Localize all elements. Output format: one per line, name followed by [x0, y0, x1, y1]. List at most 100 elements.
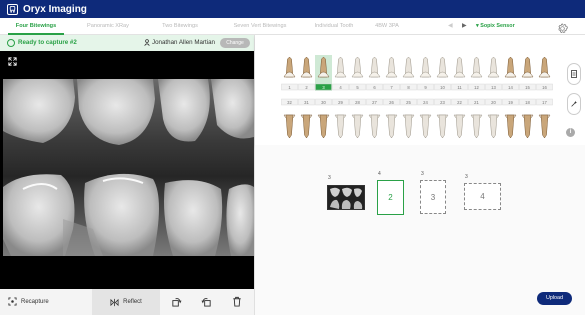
tab-panoramic-xray[interactable]: Panoramic XRay: [80, 18, 136, 35]
tab-next-icon[interactable]: ▶: [462, 23, 467, 29]
tooth-9[interactable]: [419, 56, 432, 78]
expand-icon[interactable]: [8, 57, 17, 66]
tooth-number: 32: [287, 100, 292, 105]
patient-name: Jonathan Allen Martian: [152, 39, 215, 46]
tooth-28[interactable]: [351, 114, 364, 139]
tooth-number: 11: [457, 85, 462, 90]
tooth-11[interactable]: [453, 56, 466, 78]
slot-4-label: 3: [465, 174, 468, 180]
image-toolbar: Recapture Reflect: [0, 289, 254, 315]
tooth-number: 15: [525, 85, 530, 90]
magic-wand-icon: [571, 100, 578, 107]
tooth-chart-side-button[interactable]: [567, 63, 581, 85]
tooth-13[interactable]: [487, 56, 500, 78]
slot-4-pending[interactable]: 4: [464, 183, 501, 210]
ready-status-icon: [7, 39, 15, 47]
magic-wand-button[interactable]: [567, 93, 581, 115]
tooth-number: 12: [474, 85, 479, 90]
xray-viewer[interactable]: [0, 51, 254, 289]
tooth-logo-icon: [7, 3, 18, 15]
capture-status: Ready to capture #2: [18, 39, 77, 46]
tooth-24[interactable]: [419, 114, 432, 139]
tooth-17[interactable]: [538, 114, 551, 139]
tooth-26[interactable]: [385, 114, 398, 139]
app-title: Oryx Imaging: [23, 3, 87, 15]
tooth-29[interactable]: [334, 114, 347, 139]
tab-two-bitewings[interactable]: Two Bitewings: [152, 18, 208, 35]
status-bar: Ready to capture #2 Jonathan Allen Marti…: [0, 35, 254, 51]
tooth-number: 13: [491, 85, 496, 90]
tooth-6[interactable]: [368, 56, 381, 78]
tooth-25[interactable]: [402, 114, 415, 139]
tooth-1[interactable]: [283, 56, 296, 78]
tooth-number: 24: [423, 100, 428, 105]
tab-seven-vert-bitewings[interactable]: Seven Vert Bitewings: [222, 18, 298, 35]
tooth-chart: 1 2 3 4 5 6 7 8 9 10 11 12 13 14 15 1632 31 30 29 28 27 26 25 2…: [281, 55, 553, 139]
tooth-2[interactable]: [300, 56, 313, 78]
tooth-number: 22: [457, 100, 462, 105]
tooth-number: 30: [321, 100, 326, 105]
info-icon[interactable]: i: [566, 128, 575, 137]
upload-button[interactable]: Upload: [537, 292, 572, 305]
tooth-8[interactable]: [402, 56, 415, 78]
tab-individual-tooth[interactable]: Individual Tooth: [306, 18, 362, 35]
slot-2-label: 4: [378, 171, 381, 177]
tooth-number: 18: [525, 100, 530, 105]
tooth-15[interactable]: [521, 56, 534, 78]
slot-3-label: 3: [421, 171, 424, 177]
reflect-button[interactable]: Reflect: [92, 289, 160, 315]
tooth-23[interactable]: [436, 114, 449, 139]
sensor-selector[interactable]: ▾ Sopix Sensor: [476, 18, 515, 35]
rotate-right-icon[interactable]: [171, 296, 182, 307]
tooth-5[interactable]: [351, 56, 364, 78]
tooth-16[interactable]: [538, 56, 551, 78]
trash-icon[interactable]: [232, 296, 242, 307]
tab-prev-icon[interactable]: ◀: [448, 23, 453, 29]
tooth-27[interactable]: [368, 114, 381, 139]
slot-2-active[interactable]: 2: [377, 180, 404, 215]
tooth-number: 26: [389, 100, 394, 105]
slot-1-xray-thumb: [328, 186, 364, 209]
tooth-10[interactable]: [436, 56, 449, 78]
rotate-left-icon[interactable]: [201, 296, 212, 307]
change-patient-button[interactable]: Change: [220, 38, 250, 48]
tooth-chart-card: 1 2 3 4 5 6 7 8 9 10 11 12 13 14 15 16 32 31 30 29 28 27 26 25 2…: [255, 35, 585, 145]
slot-3-pending[interactable]: 3: [420, 180, 446, 214]
tooth-4[interactable]: [334, 56, 347, 78]
tooth-number: 20: [491, 100, 496, 105]
slot-1-label: 3: [328, 175, 331, 181]
tab-4bw-3pa[interactable]: 4BW 3PA: [362, 18, 412, 35]
tooth-number: 14: [508, 85, 513, 90]
tooth-number: 29: [338, 100, 343, 105]
slot-1-thumbnail[interactable]: [327, 185, 365, 210]
list-icon: [571, 70, 577, 78]
tooth-number: 25: [406, 100, 411, 105]
reflect-icon: [110, 298, 119, 306]
tooth-21[interactable]: [470, 114, 483, 139]
template-panel: 1 2 3 4 5 6 7 8 9 10 11 12 13 14 15 16 32 31 30 29 28 27 26 25 2…: [255, 35, 585, 315]
tooth-14[interactable]: [504, 56, 517, 78]
tooth-number: 17: [542, 100, 547, 105]
tooth-31[interactable]: [300, 114, 313, 139]
tooth-32[interactable]: [283, 114, 296, 139]
tooth-18[interactable]: [521, 114, 534, 139]
tooth-22[interactable]: [453, 114, 466, 139]
tooth-number: 27: [372, 100, 377, 105]
tooth-7[interactable]: [385, 56, 398, 78]
tooth-30[interactable]: [317, 114, 330, 139]
gear-icon[interactable]: [557, 21, 568, 34]
template-tabs: Four Bitewings Panoramic XRay Two Bitewi…: [0, 18, 585, 35]
tab-four-bitewings[interactable]: Four Bitewings: [8, 18, 64, 35]
chevron-down-icon: ▾: [476, 23, 479, 29]
xray-image: [3, 79, 254, 256]
user-icon: [144, 39, 150, 46]
recapture-button[interactable]: Recapture: [8, 297, 49, 306]
capture-slots-area: [255, 145, 585, 315]
tooth-19[interactable]: [504, 114, 517, 139]
tooth-20[interactable]: [487, 114, 500, 139]
capture-panel: Ready to capture #2 Jonathan Allen Marti…: [0, 35, 254, 315]
tooth-number: 16: [542, 85, 547, 90]
app-header: Oryx Imaging: [0, 0, 585, 18]
tooth-number: 23: [440, 100, 445, 105]
tooth-12[interactable]: [470, 56, 483, 78]
